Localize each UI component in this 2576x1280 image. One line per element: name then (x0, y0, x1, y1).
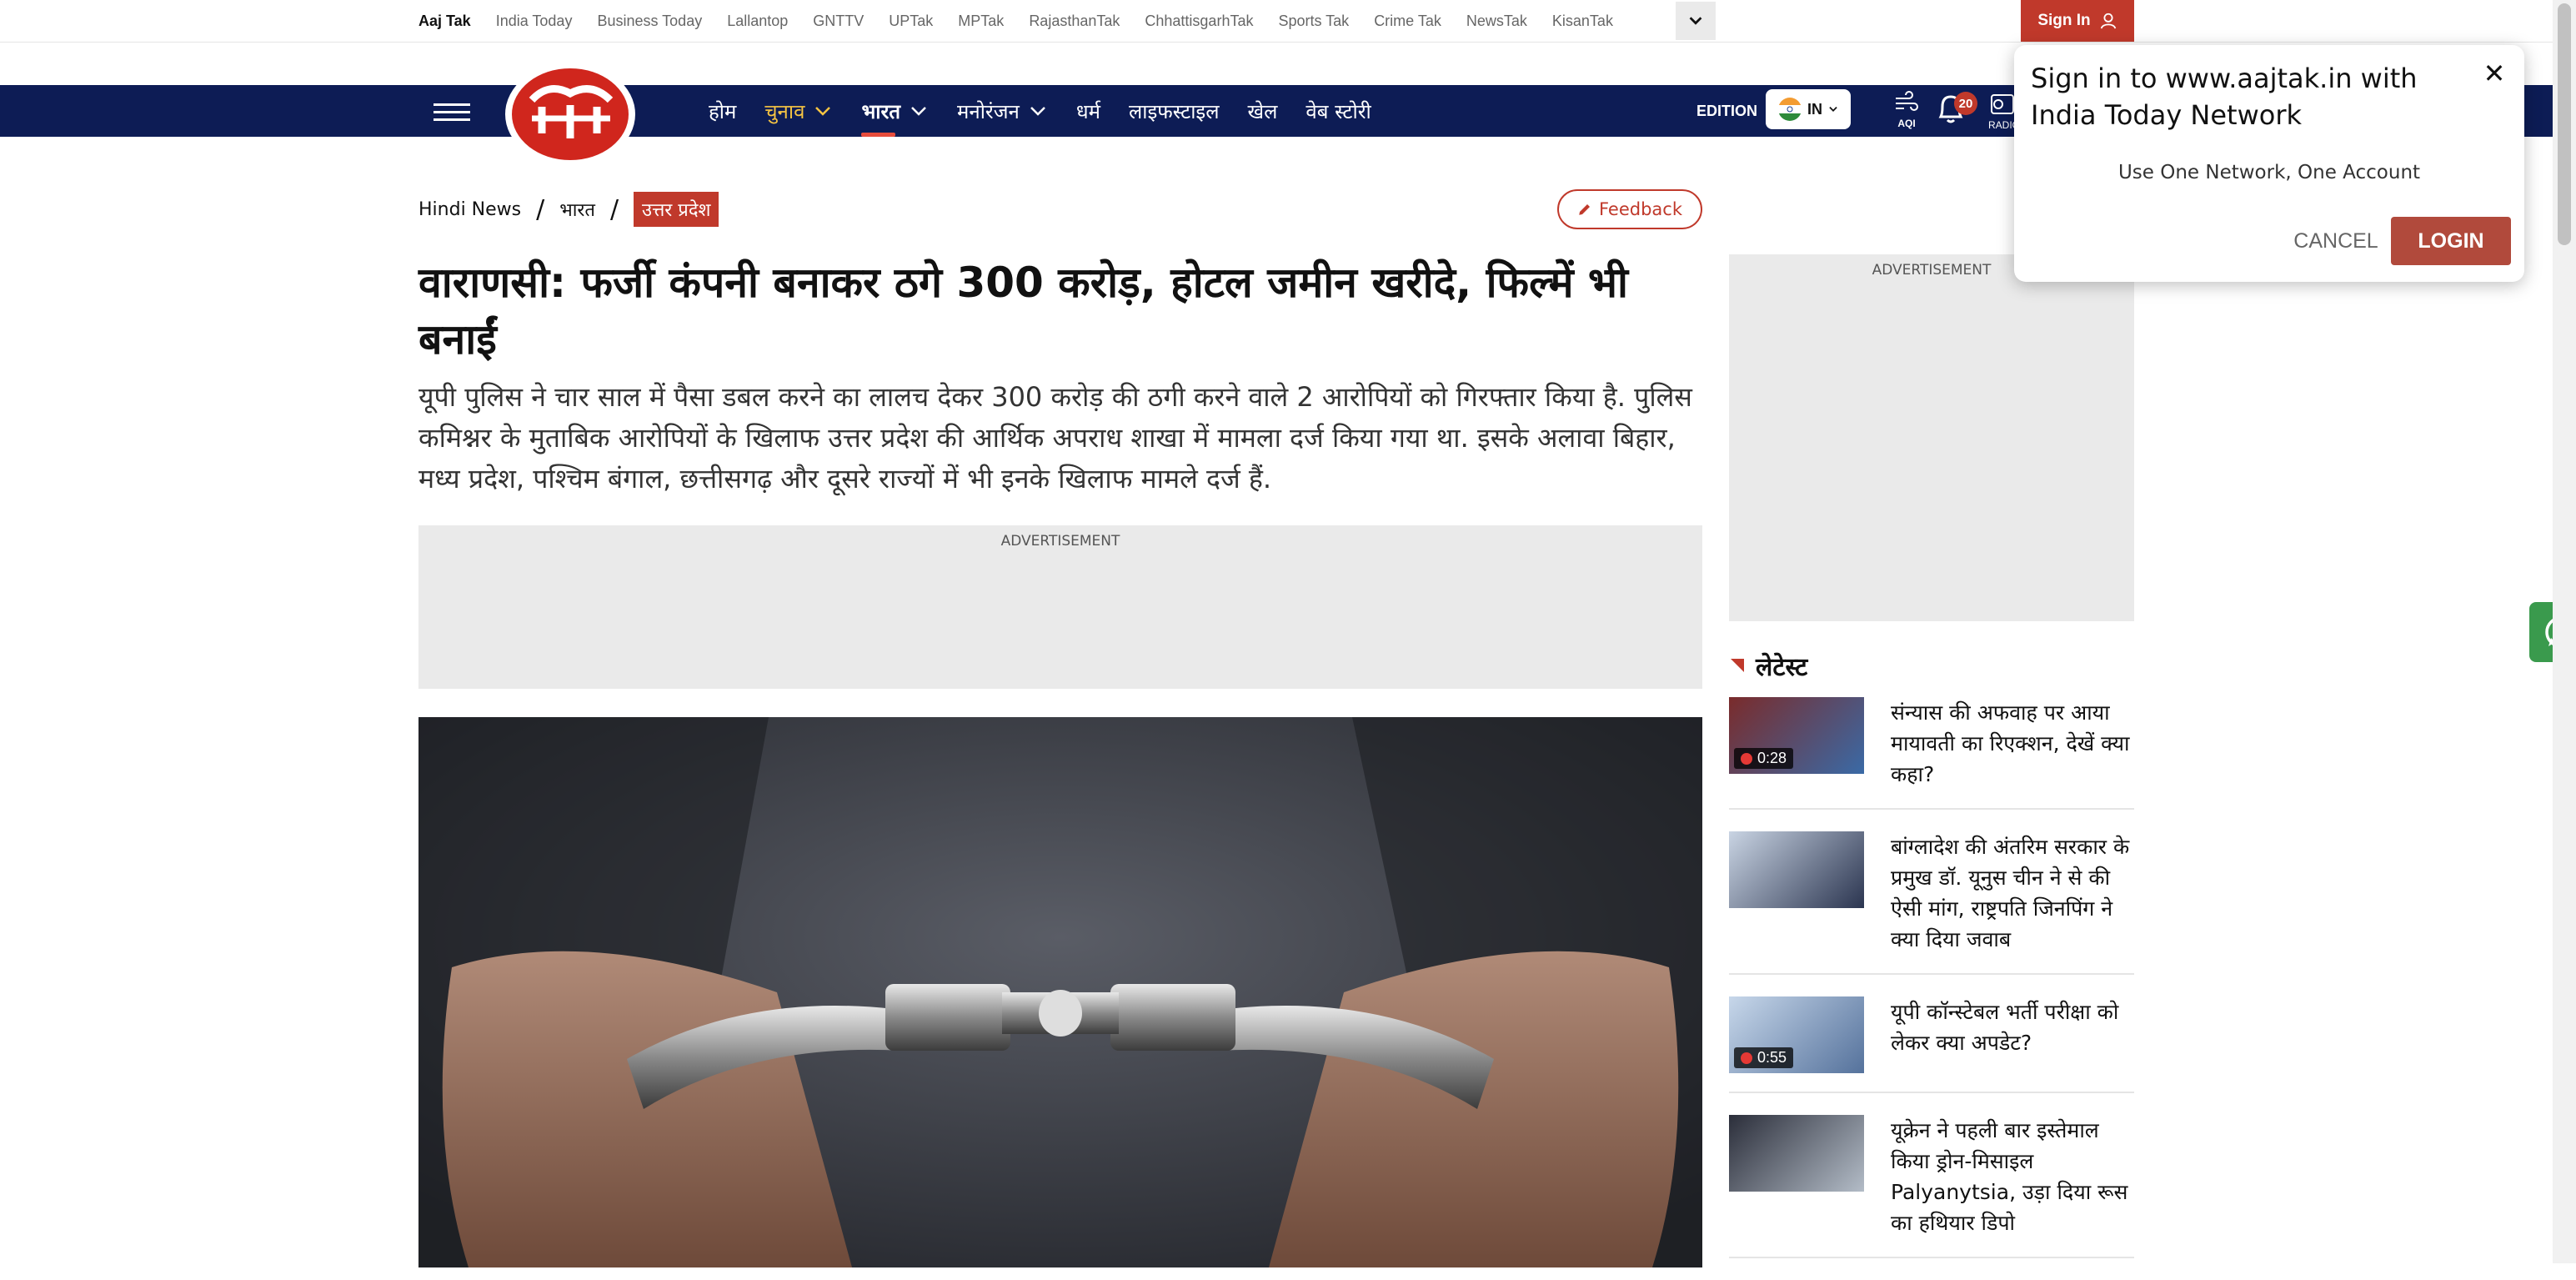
network-link[interactable]: GNTTV (813, 13, 864, 30)
network-link[interactable]: NewsTak (1466, 13, 1527, 30)
network-link[interactable]: Crime Tak (1374, 13, 1441, 30)
nav-item-label: वेब स्टोरी (1306, 99, 1371, 123)
nav-item-label: भारत (861, 99, 901, 123)
popup-title: Sign in to www.aajtak.in with India Toda… (2031, 63, 2418, 131)
nav-item-label: धर्म (1075, 99, 1100, 123)
breadcrumb-separator: / (609, 194, 619, 224)
video-duration-badge: 0:55 (1734, 1047, 1794, 1068)
popup-subtitle: Use One Network, One Account (2117, 162, 2421, 183)
video-duration-badge: 0:28 (1734, 748, 1794, 769)
latest-news-item[interactable]: 0:55 यूपी कॉन्स्टेबल भर्ती परीक्षा को लेक… (1729, 996, 2134, 1093)
network-link[interactable]: Lallantop (727, 13, 788, 30)
user-icon (2100, 13, 2116, 29)
nav-item[interactable]: होम (709, 85, 736, 137)
notification-count-badge: 20 (1954, 92, 1977, 115)
breadcrumb-separator: / (536, 194, 545, 224)
popup-login-button[interactable]: LOGIN (2391, 217, 2511, 265)
flag-marker-icon (1731, 659, 1744, 672)
latest-news-thumbnail[interactable] (1729, 1115, 1864, 1192)
advertisement-label: ADVERTISEMENT (1000, 533, 1120, 550)
network-link[interactable]: Business Today (597, 13, 702, 30)
play-icon (1741, 1052, 1752, 1064)
network-link[interactable]: India Today (496, 13, 573, 30)
breadcrumb-current[interactable]: उत्तर प्रदेश (634, 192, 719, 227)
nav-item-label: मनोरंजन (957, 99, 1020, 123)
chevron-down-icon (911, 107, 926, 116)
aqi-label: AQI (1897, 118, 1916, 129)
chevron-down-icon (815, 107, 831, 116)
latest-news-title[interactable]: यूक्रेन ने पहली बार इस्तेमाल किया ड्रोन-… (1891, 1115, 2134, 1238)
latest-news-item[interactable]: बांग्लादेश की अंतरिम सरकार के प्रमुख डॉ.… (1729, 831, 2134, 975)
chevron-down-icon (1829, 107, 1837, 112)
network-link[interactable]: Aaj Tak (418, 13, 471, 30)
nav-item[interactable]: वेब स्टोरी (1306, 85, 1371, 137)
signin-popup: Sign in to www.aajtak.in with India Toda… (2014, 45, 2524, 282)
sidebar-advertisement-slot: ADVERTISEMENT (1729, 254, 2134, 621)
aqi-button[interactable]: AQI (1886, 90, 1927, 132)
hamburger-menu-icon[interactable] (434, 98, 470, 123)
more-networks-button[interactable] (1676, 2, 1716, 40)
latest-news-title[interactable]: बांग्लादेश की अंतरिम सरकार के प्रमुख डॉ.… (1891, 831, 2134, 955)
breadcrumb-section[interactable]: भारत (559, 197, 595, 222)
article-headline: वाराणसी: फर्जी कंपनी बनाकर ठगे 300 करोड़… (418, 259, 1628, 364)
article-image (418, 717, 1702, 1267)
edition-label: EDITION (1696, 102, 1758, 119)
nav-item-label: होम (709, 99, 737, 123)
network-link[interactable]: ChhattisgarhTak (1145, 13, 1253, 30)
handcuffs-photo (418, 717, 1702, 1267)
article-summary: यूपी पुलिस ने चार साल में पैसा डबल करने … (418, 381, 1692, 494)
latest-news-thumbnail[interactable]: 0:28 (1729, 697, 1864, 774)
edition-value: IN (1807, 100, 1822, 118)
close-icon[interactable]: ✕ (2479, 58, 2509, 88)
nav-item-label: लाइफस्टाइल (1129, 99, 1220, 123)
video-duration: 0:55 (1757, 1049, 1787, 1066)
latest-news-item[interactable]: यूक्रेन ने पहली बार इस्तेमाल किया ड्रोन-… (1729, 1115, 2134, 1258)
nav-item[interactable]: खेल (1247, 85, 1277, 137)
nav-item[interactable]: लाइफस्टाइल (1129, 85, 1219, 137)
breadcrumb: Hindi News / भारत / उत्तर प्रदेश (418, 190, 719, 228)
network-links: Aaj Tak India Today Business Today Lallanto… (418, 0, 1638, 42)
latest-news-thumbnail[interactable]: 0:55 (1729, 996, 1864, 1073)
india-flag-icon (1778, 98, 1802, 121)
network-link[interactable]: RajasthanTak (1029, 13, 1120, 30)
nav-items: होम चुनाव भारत मनोरंजन धर्म लाइफस्टाइल खेल वेब … (709, 85, 1400, 137)
radio-icon (1991, 94, 2014, 114)
latest-news-title[interactable]: संन्यास की अफवाह पर आया मायावती का रिएक्… (1891, 697, 2134, 790)
sign-in-button[interactable]: Sign In (2021, 0, 2134, 42)
play-icon (1741, 752, 1752, 765)
network-link[interactable]: KisanTak (1552, 13, 1613, 30)
chevron-down-icon (1030, 107, 1045, 116)
network-link[interactable]: MPTak (958, 13, 1004, 30)
nav-item-label: खेल (1247, 99, 1278, 123)
wind-icon (1896, 91, 1918, 111)
video-duration: 0:28 (1757, 750, 1787, 766)
nav-item[interactable]: भारत (861, 85, 929, 137)
latest-news-list: 0:28 संन्यास की अफवाह पर आया मायावती का र… (1729, 697, 2134, 1280)
latest-news-item[interactable]: 0:28 संन्यास की अफवाह पर आया मायावती का र… (1729, 697, 2134, 810)
edition-select[interactable]: IN (1766, 89, 1851, 129)
network-link[interactable]: Sports Tak (1278, 13, 1349, 30)
pencil-icon (1579, 204, 1590, 215)
latest-news-title[interactable]: यूपी कॉन्स्टेबल भर्ती परीक्षा को लेकर क्… (1891, 996, 2134, 1073)
network-link[interactable]: UPTak (889, 13, 933, 30)
nav-item[interactable]: मनोरंजन (957, 85, 1048, 137)
aajtak-logo-mark (505, 63, 635, 166)
sign-in-label: Sign In (2037, 12, 2091, 29)
feedback-label: Feedback (1598, 199, 1682, 219)
chevron-down-icon (1689, 17, 1702, 25)
nav-item[interactable]: चुनाव (764, 85, 833, 137)
aajtak-logo[interactable] (499, 57, 642, 168)
latest-heading: लेटेस्ट (1729, 649, 1807, 682)
latest-heading-label: लेटेस्ट (1756, 652, 1808, 682)
popup-cancel-button[interactable]: CANCEL (2278, 217, 2394, 265)
scrollbar-thumb[interactable] (2558, 3, 2571, 245)
feedback-button[interactable]: Feedback (1557, 189, 1702, 229)
latest-news-thumbnail[interactable] (1729, 831, 1864, 908)
nav-item[interactable]: धर्म (1076, 85, 1100, 137)
breadcrumb-home[interactable]: Hindi News (418, 199, 521, 220)
advertisement-slot: ADVERTISEMENT (418, 525, 1702, 689)
nav-item-label: चुनाव (764, 99, 805, 123)
